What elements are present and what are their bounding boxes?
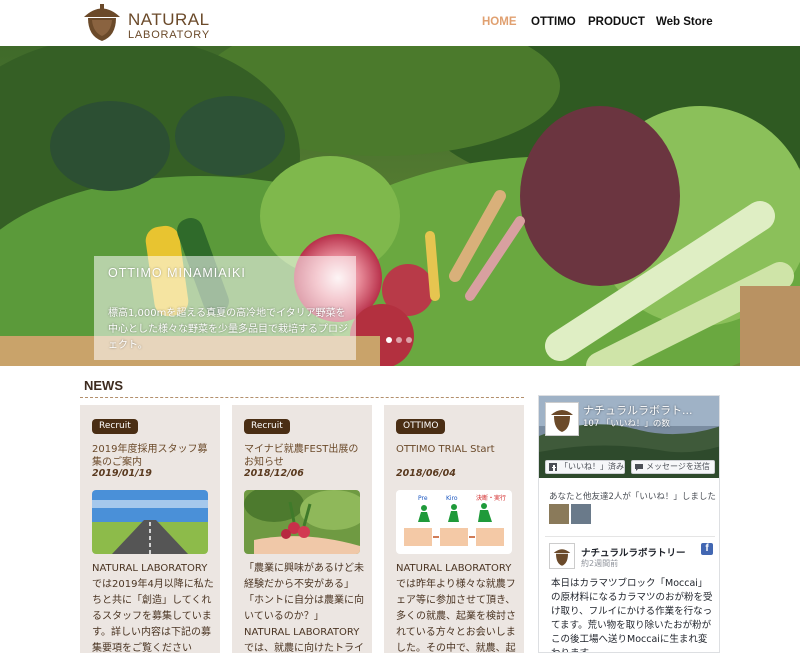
news-heading: NEWS xyxy=(84,378,123,393)
steps-diagram-image: Pre Kiro 決断・実行 xyxy=(396,490,512,554)
slider-dot-1[interactable] xyxy=(386,337,392,343)
news-badge: Recruit xyxy=(244,419,290,434)
friend-avatar-2[interactable] xyxy=(571,504,591,524)
diagram-step-2: Kiro xyxy=(446,495,458,502)
radish-hand-photo-image xyxy=(244,490,360,554)
facebook-post-time[interactable]: 約2週間前 xyxy=(581,558,618,569)
news-card-3[interactable]: OTTIMO OTTIMO TRIAL Start 2018/06/04 Pre… xyxy=(384,405,524,653)
hero-caption: OTTIMO MINAMIAIKI 標高1,000mを超える真夏の高冷地でイタリ… xyxy=(94,256,356,360)
facebook-message-button[interactable]: メッセージを送信 xyxy=(631,460,715,474)
logo-wordmark: NATURAL LABORATORY xyxy=(128,11,210,41)
news-date: 2018/06/04 xyxy=(396,468,456,479)
facebook-like-button[interactable]: 「いいね！」済み xyxy=(545,460,625,474)
news-image[interactable] xyxy=(92,490,208,554)
nav-product[interactable]: PRODUCT xyxy=(588,16,645,28)
news-title[interactable]: マイナビ就農FEST出展のお知らせ xyxy=(244,443,366,469)
facebook-cover[interactable]: ナチュラルラボラト... 107 「いいね！」の数 「いいね！」済み メッセージ… xyxy=(539,396,719,478)
facebook-likes-count: 107 「いいね！」の数 xyxy=(583,419,670,429)
facebook-message-label: メッセージを送信 xyxy=(646,462,710,471)
news-image[interactable]: Pre Kiro 決断・実行 xyxy=(396,490,512,554)
acorn-avatar-icon xyxy=(551,410,573,432)
facebook-post-text: 本日はカラマツブロック「Moccai」の原材料になるカラマツのおが粉を受け取り、… xyxy=(551,578,713,652)
diagram-step-3: 決断・実行 xyxy=(476,494,506,502)
logo-line2: LABORATORY xyxy=(128,29,210,41)
hero-slider: OTTIMO MINAMIAIKI 標高1,000mを超える真夏の高冷地でイタリ… xyxy=(0,46,800,366)
facebook-friends-liked: あなたと他友達2人が「いいね！」しました xyxy=(549,492,716,502)
logo-line1: NATURAL xyxy=(128,10,210,29)
slider-dot-3[interactable] xyxy=(406,337,412,343)
facebook-like-label: 「いいね！」済み xyxy=(560,462,624,471)
news-excerpt: 「農業に興味があるけど未経験だから不安がある」「ホントに自分は農業に向いているの… xyxy=(244,563,364,653)
facebook-post-author[interactable]: ナチュラルラボラトリー xyxy=(581,545,686,559)
slider-dot-2[interactable] xyxy=(396,337,402,343)
news-divider xyxy=(80,397,524,398)
facebook-page-avatar[interactable] xyxy=(545,402,579,436)
hero-description: 標高1,000mを超える真夏の高冷地でイタリア野菜を中心とした様々な野菜を少量多… xyxy=(108,308,348,351)
facebook-post: ナチュラルラボラトリー 約2週間前 f 本日はカラマツブロック「Moccai」の… xyxy=(545,536,715,652)
facebook-page-widget: ナチュラルラボラト... 107 「いいね！」の数 「いいね！」済み メッセージ… xyxy=(538,395,720,653)
facebook-logo-icon: f xyxy=(701,543,713,555)
facebook-post-avatar[interactable] xyxy=(549,543,575,569)
site-header: NATURAL LABORATORY HOME OTTIMO PRODUCT W… xyxy=(0,0,800,46)
facebook-page-name[interactable]: ナチュラルラボラト... xyxy=(583,402,717,418)
news-badge: Recruit xyxy=(92,419,138,434)
road-photo-image xyxy=(92,490,208,554)
messenger-icon xyxy=(635,464,643,471)
news-card-1[interactable]: Recruit 2019年度採用スタッフ募集のご案内 2019/01/19 NA… xyxy=(80,405,220,653)
news-title[interactable]: OTTIMO TRIAL Start xyxy=(396,443,518,456)
news-image[interactable] xyxy=(244,490,360,554)
acorn-logo-icon xyxy=(84,4,120,41)
news-date: 2018/12/06 xyxy=(244,468,304,479)
news-badge: OTTIMO xyxy=(396,419,446,434)
news-date: 2019/01/19 xyxy=(92,468,152,479)
site-logo[interactable]: NATURAL LABORATORY xyxy=(80,2,230,42)
nav-ottimo[interactable]: OTTIMO xyxy=(531,16,576,28)
news-excerpt: NATURAL LABORATORYでは昨年より様々な就農フェア等に参加させて頂… xyxy=(396,563,516,653)
friend-avatar-1[interactable] xyxy=(549,504,569,524)
news-title[interactable]: 2019年度採用スタッフ募集のご案内 xyxy=(92,443,214,469)
acorn-avatar-icon xyxy=(553,549,571,566)
nav-web-store[interactable]: Web Store xyxy=(656,16,713,28)
hero-title: OTTIMO MINAMIAIKI xyxy=(108,266,246,280)
diagram-step-1: Pre xyxy=(418,495,428,502)
nav-home[interactable]: HOME xyxy=(482,16,517,28)
facebook-f-icon xyxy=(549,463,557,471)
news-excerpt: NATURAL LABORATORYでは2019年4月以降に私たちと共に「創造」… xyxy=(92,563,214,653)
news-card-2[interactable]: Recruit マイナビ就農FEST出展のお知らせ 2018/12/06 「農業… xyxy=(232,405,372,653)
